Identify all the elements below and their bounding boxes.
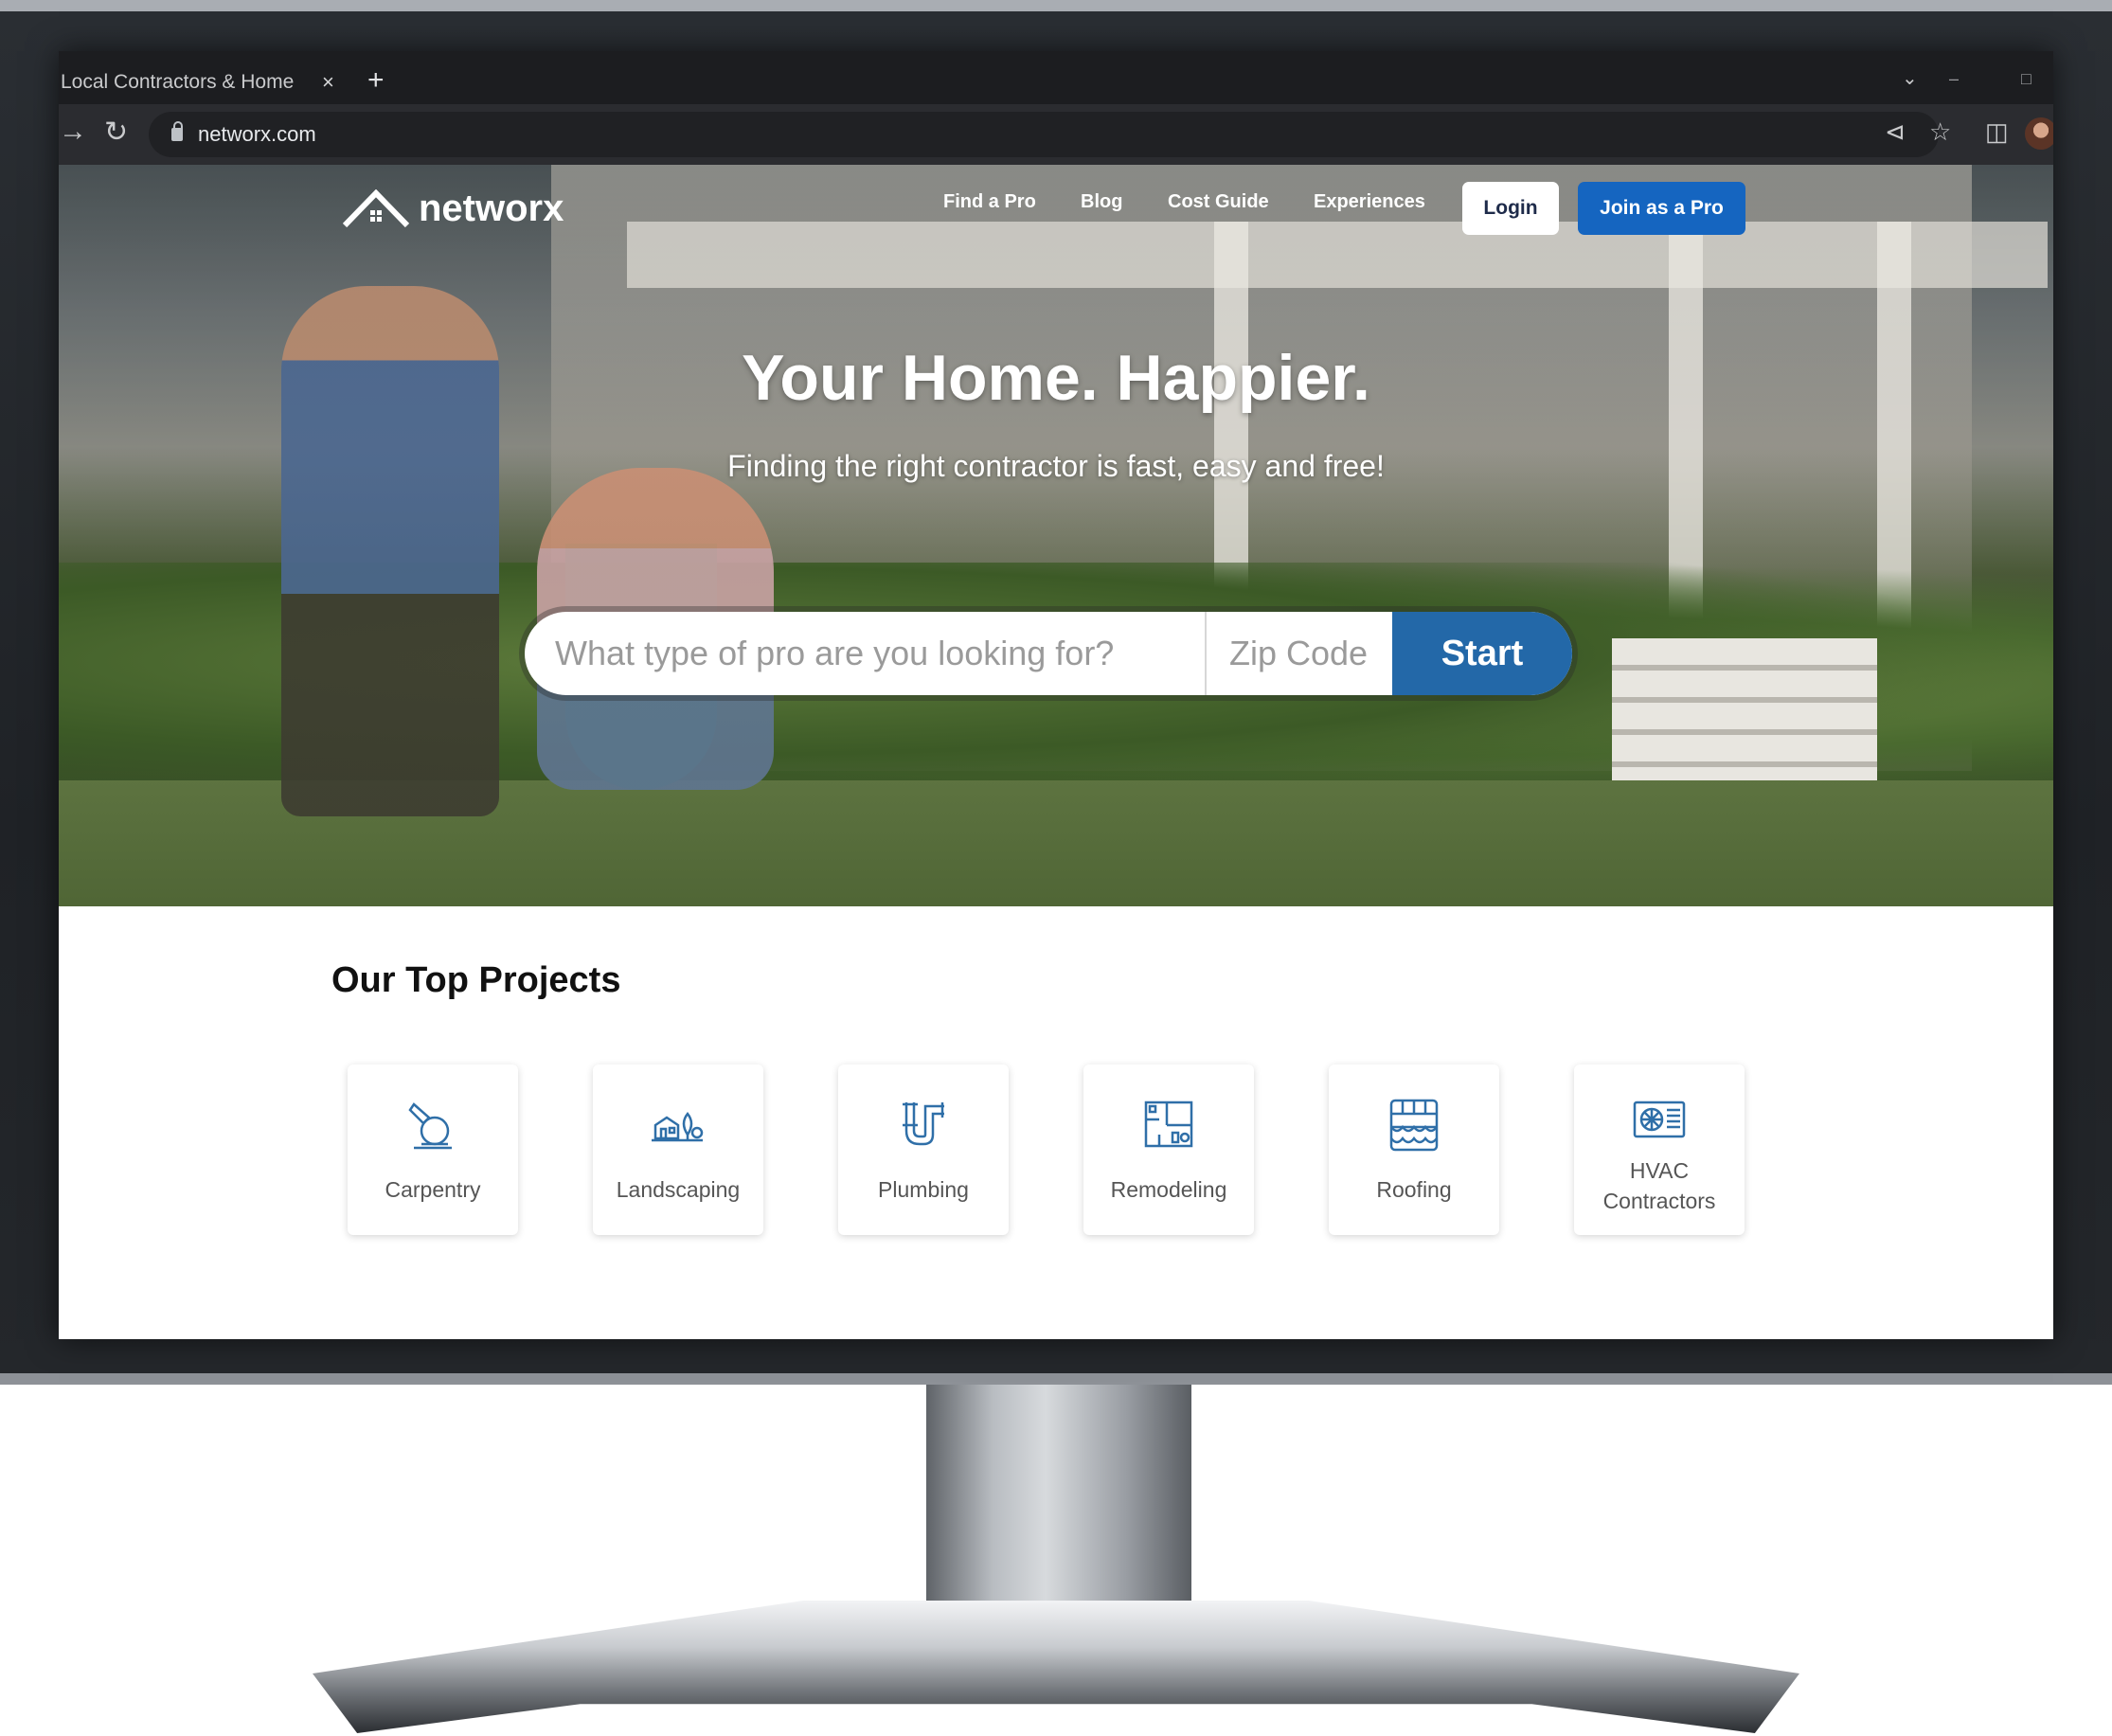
- new-tab-button[interactable]: +: [367, 64, 385, 97]
- forward-arrow-icon[interactable]: →: [59, 116, 87, 148]
- browser-window: Local Contractors & Home × + ⌄ – □ → ↻ n…: [59, 51, 2053, 1339]
- circular-saw-icon: [408, 1102, 452, 1150]
- hero-photo-porch: [627, 222, 2048, 288]
- logo-text: networx: [419, 187, 564, 229]
- monitor-bezel: Local Contractors & Home × + ⌄ – □ → ↻ n…: [0, 0, 2112, 1385]
- minimize-icon[interactable]: –: [1949, 70, 1972, 87]
- project-card-landscaping[interactable]: Landscaping: [593, 1065, 763, 1235]
- project-label: Carpentry: [385, 1177, 481, 1202]
- side-panel-icon[interactable]: ◫: [1985, 117, 2009, 147]
- start-button[interactable]: Start: [1392, 612, 1572, 695]
- landscape-house-icon: [652, 1111, 704, 1142]
- hero-subtitle: Finding the right contractor is fast, ea…: [727, 449, 1385, 483]
- project-card-carpentry[interactable]: Carpentry: [348, 1065, 518, 1235]
- bookmark-star-icon[interactable]: ☆: [1929, 117, 1951, 147]
- pro-type-input[interactable]: [525, 612, 1207, 695]
- nav-cost-guide[interactable]: Cost Guide: [1168, 191, 1269, 213]
- tab-search-chevron-icon[interactable]: ⌄: [1902, 66, 1918, 90]
- roof-tiles-icon: [1389, 1099, 1439, 1152]
- nav-blog[interactable]: Blog: [1081, 191, 1122, 213]
- search-form: Start: [525, 612, 1572, 695]
- project-card-hvac[interactable]: HVAC Contractors: [1574, 1065, 1745, 1235]
- join-as-pro-button[interactable]: Join as a Pro: [1578, 182, 1745, 235]
- zip-code-input[interactable]: [1207, 612, 1392, 695]
- tab-title: Local Contractors & Home: [61, 71, 295, 93]
- restore-icon[interactable]: □: [2021, 70, 2044, 87]
- reload-icon[interactable]: ↻: [104, 116, 128, 149]
- project-label: HVAC Contractors: [1602, 1158, 1716, 1213]
- monitor-stand-base: [313, 1601, 1799, 1733]
- tab-close-icon[interactable]: ×: [322, 70, 334, 95]
- web-page: networx Find a Pro Blog Cost Guide Exper…: [59, 165, 2053, 1339]
- profile-avatar[interactable]: [2025, 117, 2053, 150]
- project-label: Plumbing: [878, 1177, 969, 1202]
- floor-plan-icon: [1144, 1101, 1193, 1148]
- pipe-icon: [903, 1102, 944, 1146]
- nav-experiences[interactable]: Experiences: [1314, 191, 1425, 213]
- hero-section: networx Find a Pro Blog Cost Guide Exper…: [59, 165, 2053, 906]
- top-projects-heading: Our Top Projects: [331, 960, 621, 1000]
- browser-tab[interactable]: Local Contractors & Home ×: [59, 61, 349, 104]
- nav-find-a-pro[interactable]: Find a Pro: [943, 191, 1036, 213]
- omnibox[interactable]: networx.com: [149, 112, 1939, 157]
- lock-icon: [171, 121, 183, 141]
- project-card-remodeling[interactable]: Remodeling: [1083, 1065, 1254, 1235]
- project-label: Roofing: [1376, 1177, 1452, 1202]
- project-card-roofing[interactable]: Roofing: [1329, 1065, 1499, 1235]
- share-icon[interactable]: ⊲: [1885, 117, 1906, 147]
- project-card-plumbing[interactable]: Plumbing: [838, 1065, 1009, 1235]
- hvac-unit-icon: [1633, 1101, 1686, 1138]
- project-label: Landscaping: [616, 1177, 741, 1202]
- tab-bar: Local Contractors & Home × + ⌄ – □: [59, 51, 2053, 104]
- url-text: networx.com: [198, 122, 316, 146]
- house-logo-icon: [343, 189, 409, 227]
- project-label: Remodeling: [1110, 1177, 1227, 1202]
- login-button[interactable]: Login: [1462, 182, 1559, 235]
- networx-logo[interactable]: networx: [343, 180, 564, 237]
- hero-title: Your Home. Happier.: [742, 342, 1370, 414]
- address-bar: → ↻ networx.com ⊲ ☆ ◫: [59, 104, 2053, 165]
